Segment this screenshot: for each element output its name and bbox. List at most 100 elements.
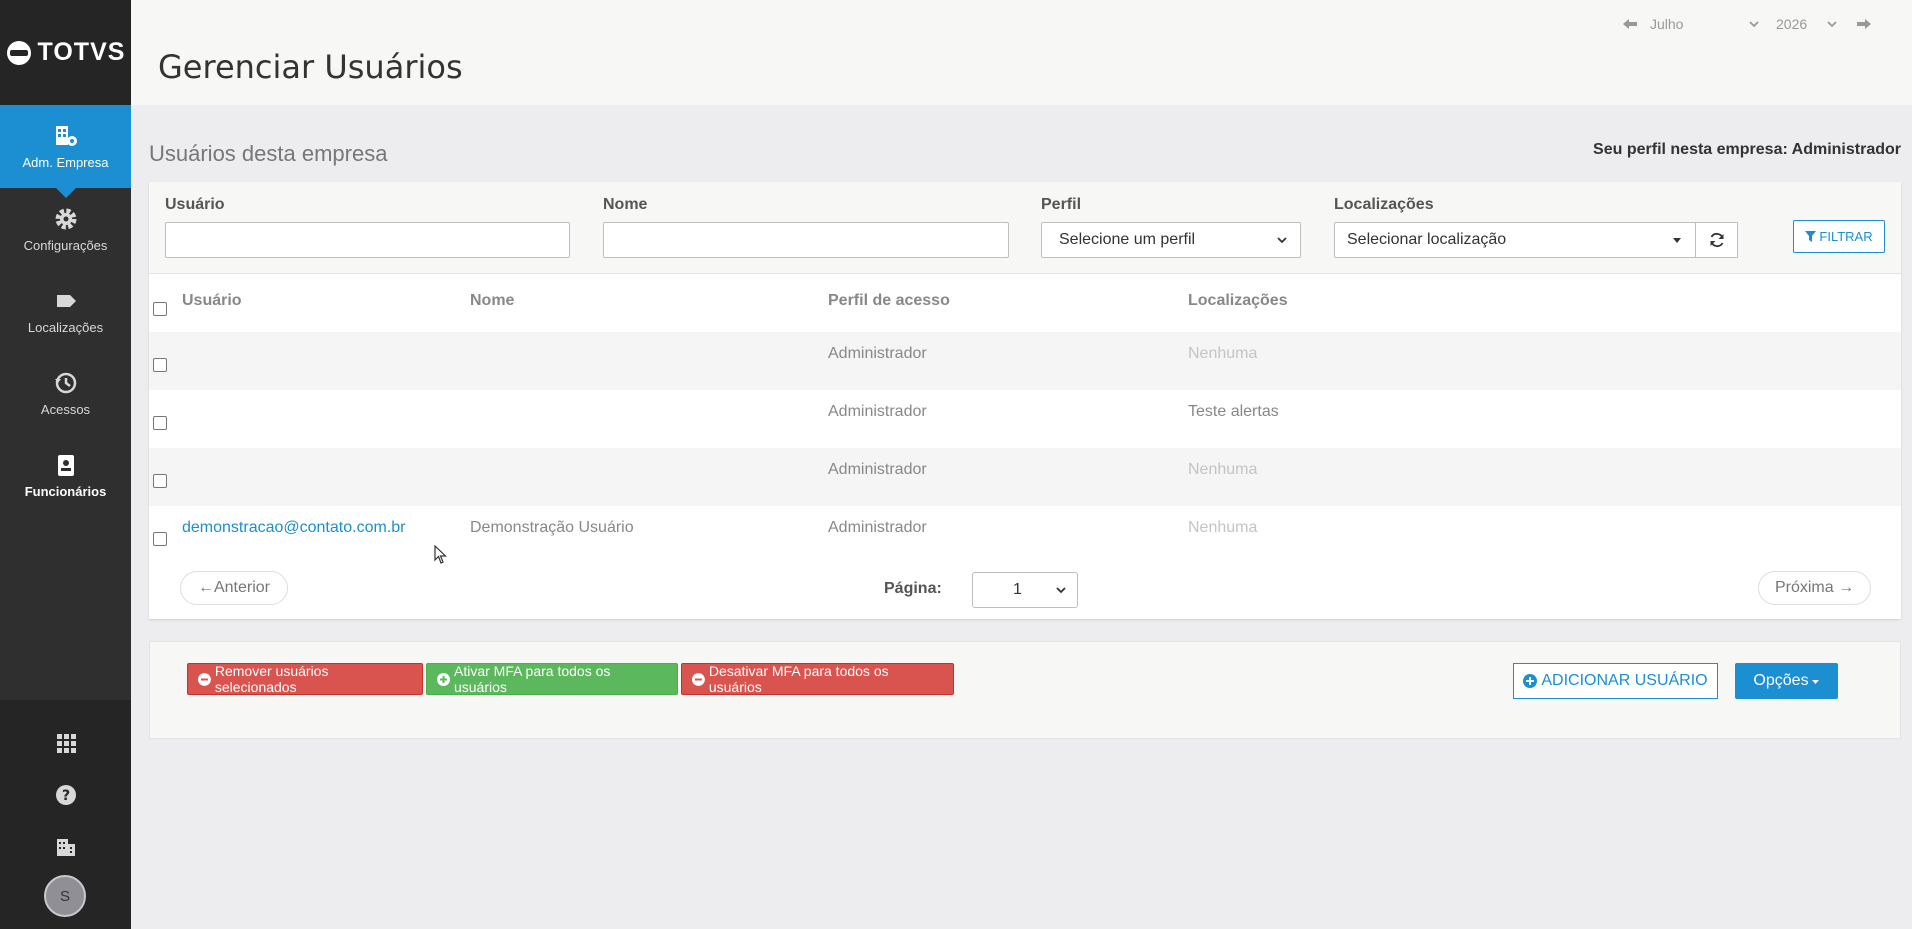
avatar-initial: S [59,887,70,905]
profile-value: Administrador [1791,141,1901,158]
row-checkbox[interactable] [153,474,167,488]
row-perfil: Administrador [828,461,927,478]
sidebar-item-configuracoes[interactable]: Configurações [0,188,131,270]
month-value: Julho [1650,16,1684,32]
company-icon[interactable] [54,835,78,859]
minus-circle-icon [692,672,705,686]
row-localizacoes: Nenhuma [1188,461,1258,478]
usuario-filter-input[interactable] [165,222,570,258]
page-title: Gerenciar Usuários [158,48,463,86]
remove-selected-button[interactable]: Remover usuários selecionados [187,663,423,695]
apps-grid-icon[interactable] [54,731,78,755]
page-select[interactable]: 1 [972,572,1078,608]
localizacoes-select[interactable]: Selecionar localização [1334,222,1696,258]
profile-label: Seu perfil nesta empresa: [1593,141,1788,158]
column-header-usuario[interactable]: Usuário [182,292,242,310]
header: Gerenciar Usuários Julho 2026 [131,0,1912,105]
column-header-nome[interactable]: Nome [470,292,514,310]
row-checkbox[interactable] [153,358,167,372]
totvs-logo[interactable]: TOTVS [0,0,131,105]
usuario-filter-label: Usuário [165,196,225,213]
page-label: Página: [884,580,942,597]
sidebar-item-label: Acessos [40,401,91,417]
enable-mfa-button[interactable]: Ativar MFA para todos os usuários [426,663,678,695]
page-select-value: 1 [1013,581,1022,598]
table-row[interactable]: Administrador Teste alertas [149,390,1901,448]
sidebar-item-localizacoes[interactable]: Localizações [0,270,131,352]
plus-circle-icon [1523,674,1538,688]
sidebar-item-adm-empresa[interactable]: Adm. Empresa [0,105,131,198]
row-perfil: Administrador [828,403,927,420]
sidebar: TOTVS Adm. Empresa Configurações Localiz… [0,0,131,929]
arrow-right-icon[interactable] [1854,14,1874,34]
chevron-down-icon [1277,237,1287,244]
badge-icon [57,454,74,476]
avatar[interactable]: S [44,875,86,917]
section-title: Usuários desta empresa [149,141,388,166]
arrow-left-icon[interactable] [1620,14,1640,34]
chevron-down-icon [1827,21,1837,28]
sidebar-item-label: Localizações [27,319,104,335]
caret-down-icon [1811,679,1819,684]
add-user-button[interactable]: ADICIONAR USUÁRIO [1513,663,1718,699]
table-row[interactable]: demonstracao@contato.com.br Demonstração… [149,506,1901,564]
row-checkbox[interactable] [153,416,167,430]
disable-mfa-button[interactable]: Desativar MFA para todos os usuários [681,663,954,695]
next-page-button[interactable]: Próxima → [1758,571,1871,605]
mouse-cursor-icon [434,545,447,564]
row-nome: Demonstração Usuário [470,519,634,536]
perfil-select-value: Selecione um perfil [1059,231,1196,248]
select-all-checkbox[interactable] [153,302,167,316]
nome-filter-input[interactable] [603,222,1009,258]
nome-filter-label: Nome [603,196,648,213]
chevron-down-icon [1749,21,1759,28]
perfil-filter-label: Perfil [1041,196,1082,213]
row-localizacoes: Teste alertas [1188,403,1279,420]
refresh-icon [1710,232,1723,248]
year-select[interactable]: 2026 [1776,16,1838,32]
period-selector: Julho 2026 [1620,14,1874,34]
table-row[interactable]: Administrador Nenhuma [149,332,1901,390]
column-header-localizacoes[interactable]: Localizações [1188,292,1288,310]
filter-button[interactable]: FILTRAR [1793,220,1885,253]
localizacoes-filter-label: Localizações [1334,196,1434,213]
minus-circle-icon [198,672,211,686]
building-gear-icon [55,126,77,146]
sidebar-item-acessos[interactable]: Acessos [0,352,131,434]
sidebar-item-label: Configurações [23,237,108,253]
table-header: Usuário Nome Perfil de acesso Localizaçõ… [149,274,1901,332]
row-perfil: Administrador [828,345,927,362]
users-card: Usuário Nome Perfil Selecione um perfil … [149,182,1901,619]
profile-line: Seu perfil nesta empresa: Administrador [1593,141,1901,159]
refresh-button[interactable] [1695,222,1738,258]
row-perfil: Administrador [828,519,927,536]
help-icon[interactable]: ? [54,783,78,807]
tag-icon [56,294,76,307]
prev-page-button[interactable]: ←Anterior [180,571,288,605]
sidebar-item-label: Funcionários [24,483,107,499]
filter-bar: Usuário Nome Perfil Selecione um perfil … [149,182,1901,274]
month-select[interactable]: Julho [1650,16,1760,32]
localizacoes-select-value: Selecionar localização [1347,231,1507,248]
perfil-select[interactable]: Selecione um perfil [1041,222,1301,258]
funnel-icon [1805,231,1817,242]
row-localizacoes: Nenhuma [1188,519,1258,536]
row-checkbox[interactable] [153,532,167,546]
row-usuario[interactable]: demonstracao@contato.com.br [182,519,405,537]
sidebar-item-funcionarios[interactable]: Funcionários [0,434,131,516]
year-value: 2026 [1776,16,1808,32]
options-dropdown-button[interactable]: Opções [1735,663,1838,699]
sidebar-item-label: Adm. Empresa [22,155,109,170]
pagination: ←Anterior Página: 1 Próxima → [149,565,1901,619]
sidebar-bottom: ? S [0,700,131,929]
svg-text:?: ? [61,788,69,804]
history-icon [54,372,76,393]
row-localizacoes: Nenhuma [1188,345,1258,362]
table-row[interactable]: Administrador Nenhuma [149,448,1901,506]
plus-circle-icon [437,672,450,686]
caret-down-icon [1673,238,1681,243]
gear-icon [55,208,76,229]
chevron-down-icon [1056,587,1066,594]
totvs-logo-icon [6,40,31,65]
column-header-perfil[interactable]: Perfil de acesso [828,292,950,310]
